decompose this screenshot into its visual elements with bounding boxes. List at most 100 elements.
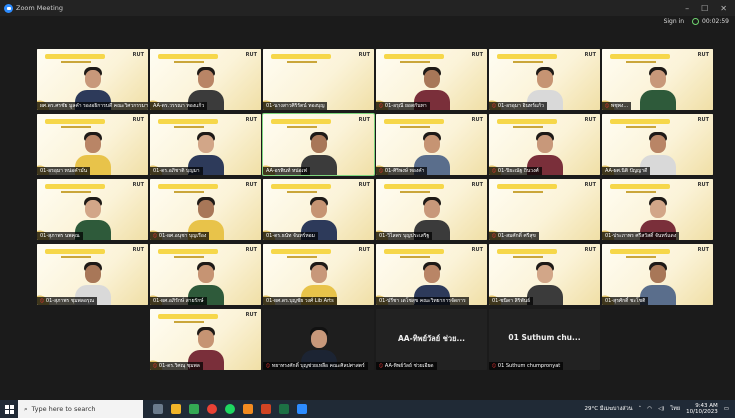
slide-brand: RUT bbox=[132, 247, 144, 253]
participant-name: 01-นางสาวศิริรัตน์ ทองบุญ bbox=[266, 103, 325, 109]
participant-tile[interactable]: RUT ⦸ 01-สมศักดิ์ ศรีสุข bbox=[489, 179, 600, 240]
powerpoint-icon[interactable] bbox=[261, 404, 271, 414]
participant-tile[interactable]: RUT AA-ผศ.นิติ ปัญญาดี bbox=[602, 114, 713, 175]
participant-tile[interactable]: RUT ⦸ 01-อรอุมา อินทร์แก้ว bbox=[489, 49, 600, 110]
participant-name: 01-ชนิดา สิริพันธ์ bbox=[492, 298, 531, 304]
notification-icon[interactable]: ▭ bbox=[724, 406, 729, 412]
participant-name: ผศ.ดร.ศรชัย มูลคำ รองอธิการบดี คณะวิศวกร… bbox=[40, 103, 148, 109]
title-bar: Zoom Meeting – ☐ ✕ bbox=[0, 0, 735, 16]
slide-brand: RUT bbox=[584, 182, 596, 188]
slide-brand: RUT bbox=[697, 182, 709, 188]
participant-name-label: AA-อรพินท์ หน่อเฟ bbox=[263, 167, 310, 175]
slide-brand: RUT bbox=[471, 117, 483, 123]
windows-icon bbox=[4, 404, 14, 414]
participant-name: ทยาทรงศักดิ์ บุญช่วยเหลือ คณะศิลปศาสตร์ bbox=[271, 363, 365, 369]
chrome-icon[interactable] bbox=[207, 404, 217, 414]
taskbar-search-box[interactable]: ⌕ Type here to search bbox=[18, 400, 143, 418]
chevron-up-icon[interactable]: ˄ bbox=[639, 406, 642, 412]
participant-tile[interactable]: RUT 01-ชนิดา สิริพันธ์ bbox=[489, 244, 600, 305]
muted-mic-icon: ⦸ bbox=[379, 362, 383, 369]
participant-name: 01 Suthum chumpronyat bbox=[497, 363, 561, 369]
participant-tile[interactable]: RUT 01-ผศ.อภิรักษ์ สายรักษ์ bbox=[150, 244, 261, 305]
participant-display-name: AA-ทิพย์วัลย์ ช่วย... bbox=[397, 334, 466, 343]
participant-tile[interactable]: RUT 01-ประภาพร ศรีสวัสดิ์ จันทร์แดง bbox=[602, 179, 713, 240]
excel-icon[interactable] bbox=[279, 404, 289, 414]
clock-date: 10/10/2023 bbox=[686, 409, 718, 415]
meeting-topbar: Sign in 00:02:59 bbox=[664, 18, 729, 25]
zoom-taskbar-icon[interactable] bbox=[297, 404, 307, 414]
participant-name-label: 01-ดร.ธนัท จันทร์หอม bbox=[263, 232, 318, 240]
slide-brand: RUT bbox=[358, 117, 370, 123]
participant-tile[interactable]: RUT ⦸ 01-สุภาพร ชุมพลอรุณ bbox=[37, 244, 148, 305]
slide-brand: RUT bbox=[132, 117, 144, 123]
participant-name-label: ⦸ 01-อรอุมา อินทร์แก้ว bbox=[489, 102, 547, 110]
participant-tile[interactable]: RUT ⦸ 01-ศิริพงษ์ ทองคำ bbox=[376, 114, 487, 175]
participant-tile[interactable]: RUT ⦸ 01-ดร.วิศณุ ชุมพล bbox=[150, 309, 261, 370]
close-button[interactable]: ✕ bbox=[720, 4, 727, 13]
slide-brand: RUT bbox=[132, 52, 144, 58]
participant-name-label: 01-นางสาวศิริรัตน์ ทองบุญ bbox=[263, 102, 328, 110]
participant-tile[interactable]: RUT ผศ.ดร.ศรชัย มูลคำ รองอธิการบดี คณะวิศ… bbox=[37, 49, 148, 110]
line-app-icon[interactable] bbox=[189, 404, 199, 414]
participant-tile[interactable]: AA-ทิพย์วัลย์ ช่วย... ⦸ AA-ทิพย์วัลย์ ช่วย… bbox=[376, 309, 487, 370]
spotify-icon[interactable] bbox=[225, 404, 235, 414]
participant-name: AA-ทิพย์วัลย์ ช่วยเอียด bbox=[384, 363, 434, 369]
minimize-button[interactable]: – bbox=[685, 4, 689, 13]
participant-name-label: 01-อรอุมา หน่อคำมั่น bbox=[37, 167, 91, 175]
participant-tile[interactable]: RUT ⦸ 01-ปิยะณัฐ ถิ่นวงศ์ bbox=[489, 114, 600, 175]
participant-name: 01-ปิยะณัฐ ถิ่นวงศ์ bbox=[497, 168, 539, 174]
participant-tile[interactable]: RUT 01-สุภาพร นพคุณ bbox=[37, 179, 148, 240]
slide-brand: RUT bbox=[584, 117, 596, 123]
participant-name-label: ⦸ 01-ศิริพงษ์ ทองคำ bbox=[376, 167, 428, 175]
slide-brand: RUT bbox=[245, 247, 257, 253]
participant-tile[interactable]: RUT 01-ผศ.ดร.บุญชัย วงศ์ Lib Arts bbox=[263, 244, 374, 305]
participant-name-label: ⦸ 01-ผศ.อนุชา บุญเรือง bbox=[150, 232, 210, 240]
participant-name-label: AA-ดร.วรรณา ทองแก้ว bbox=[150, 102, 208, 110]
participant-tile[interactable]: RUT ⦸ พชุพง... bbox=[602, 49, 713, 110]
start-button[interactable] bbox=[0, 400, 18, 418]
participant-tile[interactable]: RUT ⦸ 01-ผศ.อนุชา บุญเรือง bbox=[150, 179, 261, 240]
slide-brand: RUT bbox=[245, 182, 257, 188]
task-view-icon[interactable] bbox=[153, 404, 163, 414]
muted-mic-icon: ⦸ bbox=[492, 232, 496, 239]
taskbar-clock[interactable]: 9:43 AM 10/10/2023 bbox=[686, 403, 718, 415]
network-icon[interactable]: ◠ bbox=[647, 406, 652, 412]
volume-icon[interactable]: ◁) bbox=[658, 406, 664, 412]
weather-text[interactable]: 29°C มีเมฆบางส่วน bbox=[584, 405, 632, 413]
participant-tile[interactable]: RUT 01-ดร.อภิชาติ บุญมา bbox=[150, 114, 261, 175]
participant-tile[interactable]: RUT 01-ปรีชา เดโชสุข คณะวิทยาการจัดการ bbox=[376, 244, 487, 305]
system-tray: 29°C มีเมฆบางส่วน ˄ ◠ ◁) ไทย 9:43 AM 10/… bbox=[584, 403, 735, 415]
participant-tile[interactable]: RUT AA-อรพินท์ หน่อเฟ bbox=[262, 113, 375, 176]
timer-text: 00:02:59 bbox=[702, 18, 729, 25]
participant-name: 01-ประภาพร ศรีสวัสดิ์ จันทร์แดง bbox=[605, 233, 677, 239]
participant-tile[interactable]: RUT 01-สุรศักดิ์ ชะโชติ bbox=[602, 244, 713, 305]
firefox-icon[interactable] bbox=[243, 404, 253, 414]
participant-name-label: ⦸ AA-ทิพย์วัลย์ ช่วยเอียด bbox=[376, 362, 437, 370]
muted-mic-icon: ⦸ bbox=[492, 167, 496, 174]
participant-tile[interactable]: ⦸ ทยาทรงศักดิ์ บุญช่วยเหลือ คณะศิลปศาสตร์ bbox=[263, 309, 374, 370]
slide-brand: RUT bbox=[697, 247, 709, 253]
zoom-window: Zoom Meeting – ☐ ✕ Sign in 00:02:59 RUT ผ… bbox=[0, 0, 735, 400]
participant-name: 01-สุรศักดิ์ ชะโชติ bbox=[605, 298, 646, 304]
participant-tile[interactable]: RUT ⦸ 01-อรุณี ยอดกันทา bbox=[376, 49, 487, 110]
slide-brand: RUT bbox=[471, 247, 483, 253]
slide-brand: RUT bbox=[358, 52, 370, 58]
participant-name: 01-ผศ.อภิรักษ์ สายรักษ์ bbox=[153, 298, 204, 304]
participant-name: 01-ผศ.ดร.บุญชัย วงศ์ Lib Arts bbox=[266, 298, 334, 304]
participant-name-label: 01-ผศ.ดร.บุญชัย วงศ์ Lib Arts bbox=[263, 297, 337, 305]
participant-name-label: ⦸ ทยาทรงศักดิ์ บุญช่วยเหลือ คณะศิลปศาสตร์ bbox=[263, 362, 368, 370]
participant-tile[interactable]: RUT 01-วิไลพร บุญประเสริฐ bbox=[376, 179, 487, 240]
participant-tile[interactable]: RUT AA-ดร.วรรณา ทองแก้ว bbox=[150, 49, 261, 110]
language-indicator[interactable]: ไทย bbox=[670, 405, 680, 413]
participant-tile[interactable]: 01 Suthum chu... ⦸ 01 Suthum chumpronyat bbox=[489, 309, 600, 370]
participant-tile[interactable]: RUT 01-ดร.ธนัท จันทร์หอม bbox=[263, 179, 374, 240]
slide-brand: RUT bbox=[132, 182, 144, 188]
participant-tile[interactable]: RUT 01-อรอุมา หน่อคำมั่น bbox=[37, 114, 148, 175]
participant-name: พชุพง... bbox=[610, 103, 629, 109]
participant-tile[interactable]: RUT 01-นางสาวศิริรัตน์ ทองบุญ bbox=[263, 49, 374, 110]
maximize-button[interactable]: ☐ bbox=[701, 4, 708, 13]
file-explorer-icon[interactable] bbox=[171, 404, 181, 414]
sign-in-link[interactable]: Sign in bbox=[664, 18, 684, 25]
participant-name: 01-อรอุมา อินทร์แก้ว bbox=[497, 103, 544, 109]
participant-name-label: ⦸ พชุพง... bbox=[602, 102, 632, 110]
